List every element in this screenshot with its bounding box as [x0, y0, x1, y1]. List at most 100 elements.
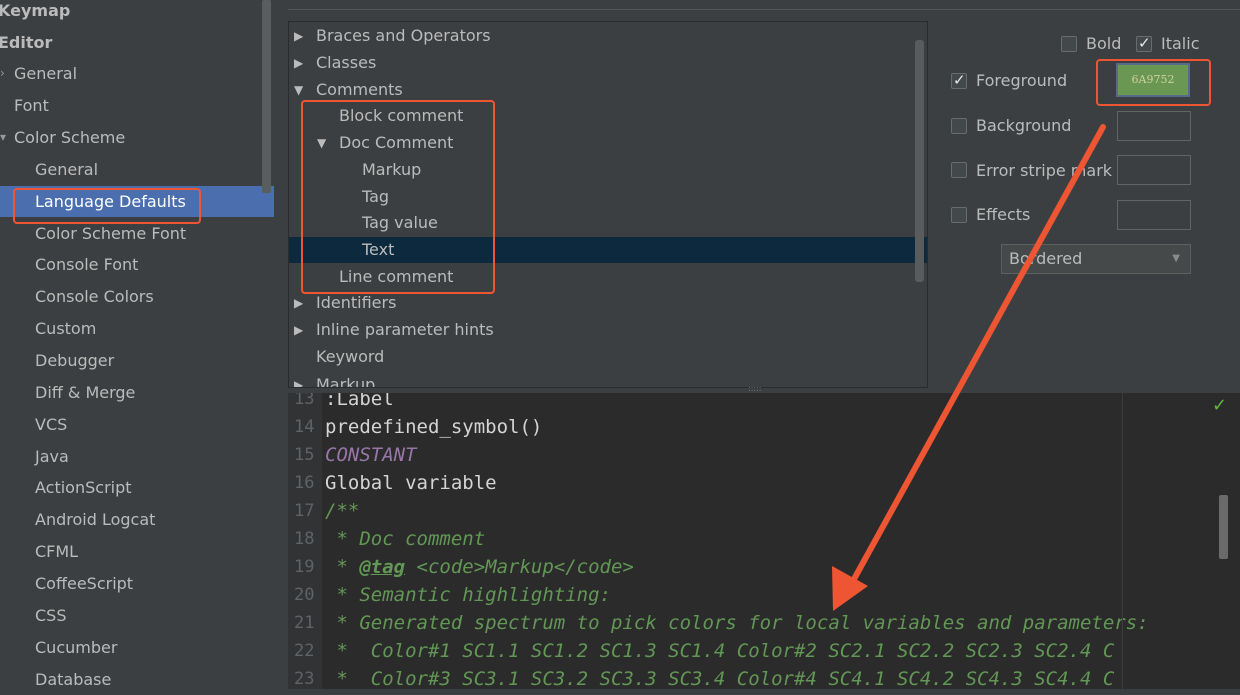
- bold-checkbox[interactable]: [1061, 36, 1077, 52]
- error-stripe-color-swatch[interactable]: [1117, 155, 1191, 185]
- code-text: :Label: [325, 393, 394, 410]
- sidebar-scrollbar[interactable]: [262, 0, 271, 193]
- sidebar-item-cs-general[interactable]: General: [0, 154, 274, 185]
- effects-color-swatch[interactable]: [1117, 200, 1191, 230]
- background-checkbox[interactable]: [951, 118, 967, 134]
- code-preview[interactable]: 13 :Label 14 predefined_symbol() 15 CONSTAN…: [288, 393, 1240, 689]
- sidebar-item-debugger[interactable]: Debugger: [0, 345, 274, 376]
- code-text: * Semantic highlighting:: [325, 584, 611, 606]
- sidebar-item-coffeescript[interactable]: CoffeeScript: [0, 568, 274, 599]
- expand-triangle-icon[interactable]: ▶: [294, 50, 303, 76]
- sidebar-item-label: Android Logcat: [35, 510, 156, 529]
- expand-triangle-icon[interactable]: ▶: [294, 317, 303, 343]
- check-icon: ✓: [1212, 395, 1228, 416]
- tree-item-keyword[interactable]: Keyword: [289, 344, 927, 370]
- sidebar-item-label: CFML: [35, 542, 79, 561]
- foreground-label: Foreground: [976, 71, 1068, 90]
- bold-label: Bold: [1086, 34, 1122, 53]
- sidebar-item-editor[interactable]: Editor: [0, 27, 274, 58]
- background-color-swatch[interactable]: [1117, 111, 1191, 141]
- sidebar-item-label: ActionScript: [35, 478, 132, 497]
- highlight-box-language-defaults: [13, 188, 201, 224]
- doc-tag: @tag: [359, 556, 406, 578]
- tree-item-label: Markup: [316, 375, 376, 388]
- splitter-handle[interactable]: :::::: [748, 385, 768, 393]
- sidebar-item-label: Keymap: [0, 1, 71, 20]
- tree-item-classes[interactable]: ▶ Classes: [289, 50, 927, 76]
- code-line: 22 * Color#1 SC1.1 SC1.2 SC1.3 SC1.4 Col…: [288, 637, 1240, 665]
- error-stripe-label: Error stripe mark: [976, 161, 1113, 180]
- tree-item-label: Keyword: [316, 347, 385, 366]
- expand-triangle-icon[interactable]: ▶: [294, 23, 303, 49]
- code-text: * Color#1 SC1.1 SC1.2 SC1.3 SC1.4 Color#…: [325, 640, 1115, 662]
- doc-prefix: *: [325, 556, 360, 578]
- code-line: 20 * Semantic highlighting:: [288, 581, 1240, 609]
- sidebar-item-diff-merge[interactable]: Diff & Merge: [0, 377, 274, 408]
- collapse-triangle-icon[interactable]: ▾: [0, 122, 6, 153]
- sidebar-item-database[interactable]: Database: [0, 664, 274, 695]
- sidebar-item-label: Custom: [35, 319, 97, 338]
- tree-item-label: Classes: [316, 53, 377, 72]
- sidebar-item-general[interactable]: › General: [0, 58, 274, 89]
- sidebar-item-label: CoffeeScript: [35, 574, 134, 593]
- sidebar-item-console-colors[interactable]: Console Colors: [0, 281, 274, 312]
- right-margin-guide: [1122, 393, 1123, 689]
- effects-checkbox[interactable]: [951, 207, 967, 223]
- sidebar-item-font[interactable]: Font: [0, 90, 274, 121]
- code-line: 18 * Doc comment: [288, 525, 1240, 553]
- settings-sidebar: Keymap Editor › General Font ▾ Color Schem…: [0, 0, 274, 689]
- sidebar-item-cfml[interactable]: CFML: [0, 536, 274, 567]
- tree-item-inline-hints[interactable]: ▶ Inline parameter hints: [289, 317, 927, 343]
- code-line: 14 predefined_symbol(): [288, 413, 1240, 441]
- code-text: CONSTANT: [325, 444, 417, 466]
- sidebar-item-label: Console Font: [35, 255, 139, 274]
- code-text: /**: [325, 500, 360, 522]
- italic-checkbox[interactable]: [1136, 34, 1152, 52]
- sidebar-item-vcs[interactable]: VCS: [0, 409, 274, 440]
- divider: [288, 9, 1240, 10]
- code-line: 13 :Label: [288, 393, 1240, 413]
- effects-type-select[interactable]: Bordered ▼: [1001, 244, 1191, 274]
- foreground-checkbox[interactable]: [951, 71, 967, 89]
- collapse-triangle-icon[interactable]: ▼: [294, 77, 303, 103]
- sidebar-item-label: Color Scheme: [14, 128, 126, 147]
- expand-triangle-icon[interactable]: ›: [0, 58, 5, 89]
- sidebar-item-console-font[interactable]: Console Font: [0, 249, 274, 280]
- sidebar-item-java[interactable]: Java: [0, 441, 274, 472]
- line-number: 15: [294, 445, 315, 465]
- background-label: Background: [976, 116, 1072, 135]
- sidebar-item-css[interactable]: CSS: [0, 600, 274, 631]
- chevron-down-icon: ▼: [1172, 253, 1180, 264]
- sidebar-item-label: VCS: [35, 415, 68, 434]
- code-text: * Doc comment: [325, 528, 486, 550]
- line-number: 23: [294, 669, 315, 689]
- sidebar-item-actionscript[interactable]: ActionScript: [0, 472, 274, 503]
- code-line: 15 CONSTANT: [288, 441, 1240, 469]
- code-text: predefined_symbol(): [325, 416, 543, 438]
- sidebar-item-color-scheme[interactable]: ▾ Color Scheme: [0, 122, 274, 153]
- line-number: 18: [294, 529, 315, 549]
- line-number: 20: [294, 585, 315, 605]
- code-text: * Color#3 SC3.1 SC3.2 SC3.3 SC3.4 Color#…: [325, 668, 1115, 689]
- sidebar-item-label: Java: [35, 447, 69, 466]
- sidebar-item-label: Font: [14, 96, 49, 115]
- tree-scrollbar[interactable]: [915, 40, 924, 282]
- sidebar-item-label: Database: [35, 670, 112, 689]
- effects-type-value: Bordered: [1009, 249, 1083, 268]
- expand-triangle-icon[interactable]: ▶: [294, 290, 303, 316]
- sidebar-item-label: Cucumber: [35, 638, 118, 657]
- expand-triangle-icon[interactable]: ▶: [294, 372, 303, 387]
- line-number: 16: [294, 473, 315, 493]
- sidebar-item-custom[interactable]: Custom: [0, 313, 274, 344]
- sidebar-item-android-logcat[interactable]: Android Logcat: [0, 504, 274, 535]
- sidebar-item-cucumber[interactable]: Cucumber: [0, 632, 274, 663]
- sidebar-item-keymap[interactable]: Keymap: [0, 0, 274, 26]
- code-line: 19 * @tag <code>Markup</code>: [288, 553, 1240, 581]
- tree-item-markup-group[interactable]: ▶ Markup: [289, 372, 927, 388]
- line-number: 13: [294, 393, 315, 409]
- tree-item-braces[interactable]: ▶ Braces and Operators: [289, 23, 927, 49]
- line-number: 17: [294, 501, 315, 521]
- error-stripe-checkbox[interactable]: [951, 162, 967, 178]
- editor-scrollbar[interactable]: [1219, 495, 1228, 559]
- line-number: 14: [294, 417, 315, 437]
